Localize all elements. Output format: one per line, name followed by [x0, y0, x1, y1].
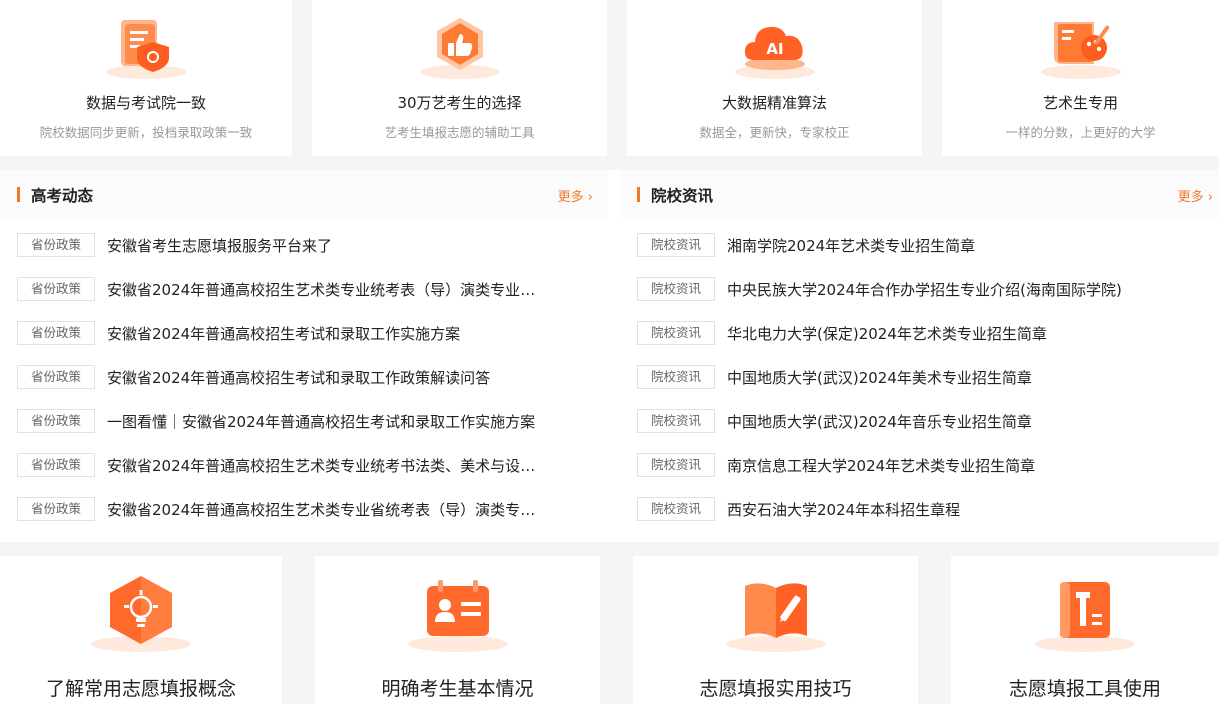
- category-tag: 省份政策: [17, 233, 95, 257]
- news-title-link[interactable]: 安徽省2024年普通高校招生考试和录取工作政策解读问答: [107, 367, 547, 388]
- category-tag: 省份政策: [17, 321, 95, 345]
- list-item[interactable]: 省份政策 安徽省2024年普通高校招生考试和录取工作实施方案: [0, 316, 607, 350]
- category-tag: 院校资讯: [637, 233, 715, 257]
- news-title-link[interactable]: 安徽省考生志愿填报服务平台来了: [107, 235, 547, 256]
- category-tag: 院校资讯: [637, 497, 715, 521]
- title-accent-bar: [17, 187, 20, 202]
- guide-card[interactable]: 了解常用志愿填报概念: [0, 556, 282, 704]
- more-link[interactable]: 更多 ›: [1178, 186, 1213, 205]
- feature-title: 艺术生专用: [1042, 94, 1118, 112]
- palette-scroll-icon: [1040, 22, 1121, 79]
- news-title-link[interactable]: 中央民族大学2024年合作办学招生专业介绍(海南国际学院): [727, 279, 1167, 300]
- news-title-link[interactable]: 中国地质大学(武汉)2024年音乐专业招生简章: [727, 411, 1167, 432]
- lightbulb-hexagon-icon: [91, 576, 191, 652]
- news-title-link[interactable]: 西安石油大学2024年本科招生章程: [727, 499, 1167, 520]
- thumbs-up-hexagon-icon: [419, 18, 500, 79]
- chevron-right-icon: ›: [1207, 190, 1213, 205]
- feature-cards: 数据与考试院一致 院校数据同步更新，投档录取政策一致 30万艺考生的选择 艺考生…: [0, 0, 1219, 156]
- category-tag: 院校资讯: [637, 321, 715, 345]
- category-tag: 省份政策: [17, 277, 95, 301]
- panel-header: 院校资讯 更多 ›: [620, 170, 1219, 218]
- chevron-right-icon: ›: [587, 190, 593, 205]
- news-title-link[interactable]: 中国地质大学(武汉)2024年美术专业招生简章: [727, 367, 1167, 388]
- news-title-link[interactable]: 南京信息工程大学2024年艺术类专业招生简章: [727, 455, 1167, 476]
- panel-title: 院校资讯: [651, 187, 714, 205]
- guide-card[interactable]: 志愿填报实用技巧: [633, 556, 918, 704]
- panel-header: 高考动态 更多 ›: [0, 170, 607, 218]
- book-pen-icon: [725, 583, 826, 652]
- news-title-link[interactable]: 华北电力大学(保定)2024年艺术类专业招生简章: [727, 323, 1167, 344]
- guide-title: 志愿填报工具使用: [1008, 678, 1161, 700]
- category-tag: 院校资讯: [637, 277, 715, 301]
- list-item[interactable]: 院校资讯 华北电力大学(保定)2024年艺术类专业招生简章: [620, 316, 1219, 350]
- feature-card: 数据与考试院一致 院校数据同步更新，投档录取政策一致: [0, 0, 292, 156]
- news-title-link[interactable]: 安徽省2024年普通高校招生艺术类专业省统考表（导）演类专业考试说明: [107, 499, 547, 520]
- more-label: 更多: [1177, 190, 1204, 205]
- panel-title: 高考动态: [31, 187, 94, 205]
- list-item[interactable]: 院校资讯 中国地质大学(武汉)2024年音乐专业招生简章: [620, 404, 1219, 438]
- category-tag: 省份政策: [17, 453, 95, 477]
- guide-title: 了解常用志愿填报概念: [45, 678, 236, 700]
- feature-title: 数据与考试院一致: [85, 94, 206, 112]
- list-item[interactable]: 省份政策 安徽省2024年普通高校招生艺术类专业统考表（导）演类专业考试说明: [0, 272, 607, 306]
- news-title-link[interactable]: 安徽省2024年普通高校招生考试和录取工作实施方案: [107, 323, 547, 344]
- category-tag: 省份政策: [17, 497, 95, 521]
- gaokao-news-panel: 高考动态 更多 › 省份政策 安徽省考生志愿填报服务平台来了 省份政策 安徽省2…: [0, 170, 607, 542]
- news-title-link[interactable]: 湘南学院2024年艺术类专业招生简章: [727, 235, 1167, 256]
- feature-title: 大数据精准算法: [721, 94, 827, 112]
- feature-title: 30万艺考生的选择: [397, 94, 522, 112]
- guide-title: 明确考生基本情况: [381, 678, 534, 700]
- guide-cards: 了解常用志愿填报概念 明确考生基本情况 志愿填报实用技巧 志愿填报工具使用: [0, 556, 1219, 704]
- news-title-link[interactable]: 安徽省2024年普通高校招生艺术类专业统考表（导）演类专业考试说明: [107, 279, 547, 300]
- document-shield-icon: [106, 20, 186, 79]
- svg-text:AI: AI: [766, 40, 783, 58]
- list-item[interactable]: 院校资讯 中国地质大学(武汉)2024年美术专业招生简章: [620, 360, 1219, 394]
- category-tag: 院校资讯: [637, 365, 715, 389]
- feature-card: 艺术生专用 一样的分数，上更好的大学: [942, 0, 1219, 156]
- list-item[interactable]: 院校资讯 中央民族大学2024年合作办学招生专业介绍(海南国际学院): [620, 272, 1219, 306]
- list-item[interactable]: 省份政策 安徽省2024年普通高校招生艺术类专业省统考表（导）演类专业考试说明: [0, 492, 607, 526]
- list-item[interactable]: 省份政策 一图看懂｜安徽省2024年普通高校招生考试和录取工作实施方案: [0, 404, 607, 438]
- category-tag: 院校资讯: [637, 453, 715, 477]
- category-tag: 省份政策: [17, 365, 95, 389]
- news-title-link[interactable]: 安徽省2024年普通高校招生艺术类专业统考书法类、美术与设计类专业考试说明: [107, 455, 547, 476]
- list-item[interactable]: 院校资讯 南京信息工程大学2024年艺术类专业招生简章: [620, 448, 1219, 482]
- feature-subtitle: 艺考生填报志愿的辅助工具: [384, 125, 535, 140]
- guide-card[interactable]: 明确考生基本情况: [315, 556, 600, 704]
- feature-subtitle: 数据全，更新快，专家校正: [699, 125, 850, 140]
- ai-cloud-icon: AI: [734, 26, 815, 79]
- more-link[interactable]: 更多 ›: [558, 186, 593, 205]
- school-news-panel: 院校资讯 更多 › 院校资讯 湘南学院2024年艺术类专业招生简章 院校资讯 中…: [620, 170, 1219, 542]
- more-label: 更多: [557, 190, 584, 205]
- title-accent-bar: [637, 187, 640, 202]
- guide-title: 志愿填报实用技巧: [699, 678, 852, 700]
- feature-card: AI 大数据精准算法 数据全，更新快，专家校正: [627, 0, 922, 156]
- tool-book-icon: [1035, 582, 1135, 652]
- list-item[interactable]: 省份政策 安徽省考生志愿填报服务平台来了: [0, 228, 607, 262]
- feature-card: 30万艺考生的选择 艺考生填报志愿的辅助工具: [312, 0, 607, 156]
- news-section: 高考动态 更多 › 省份政策 安徽省考生志愿填报服务平台来了 省份政策 安徽省2…: [0, 170, 1219, 542]
- news-title-link[interactable]: 一图看懂｜安徽省2024年普通高校招生考试和录取工作实施方案: [107, 411, 547, 432]
- list-item[interactable]: 省份政策 安徽省2024年普通高校招生艺术类专业统考书法类、美术与设计类专业考试…: [0, 448, 607, 482]
- list-item[interactable]: 院校资讯 湘南学院2024年艺术类专业招生简章: [620, 228, 1219, 262]
- category-tag: 省份政策: [17, 409, 95, 433]
- list-item[interactable]: 院校资讯 西安石油大学2024年本科招生章程: [620, 492, 1219, 526]
- list-item[interactable]: 省份政策 安徽省2024年普通高校招生考试和录取工作政策解读问答: [0, 360, 607, 394]
- id-card-icon: [407, 580, 508, 652]
- guide-card[interactable]: 志愿填报工具使用: [951, 556, 1219, 704]
- feature-subtitle: 一样的分数，上更好的大学: [1005, 125, 1156, 140]
- feature-subtitle: 院校数据同步更新，投档录取政策一致: [39, 125, 253, 140]
- category-tag: 院校资讯: [637, 409, 715, 433]
